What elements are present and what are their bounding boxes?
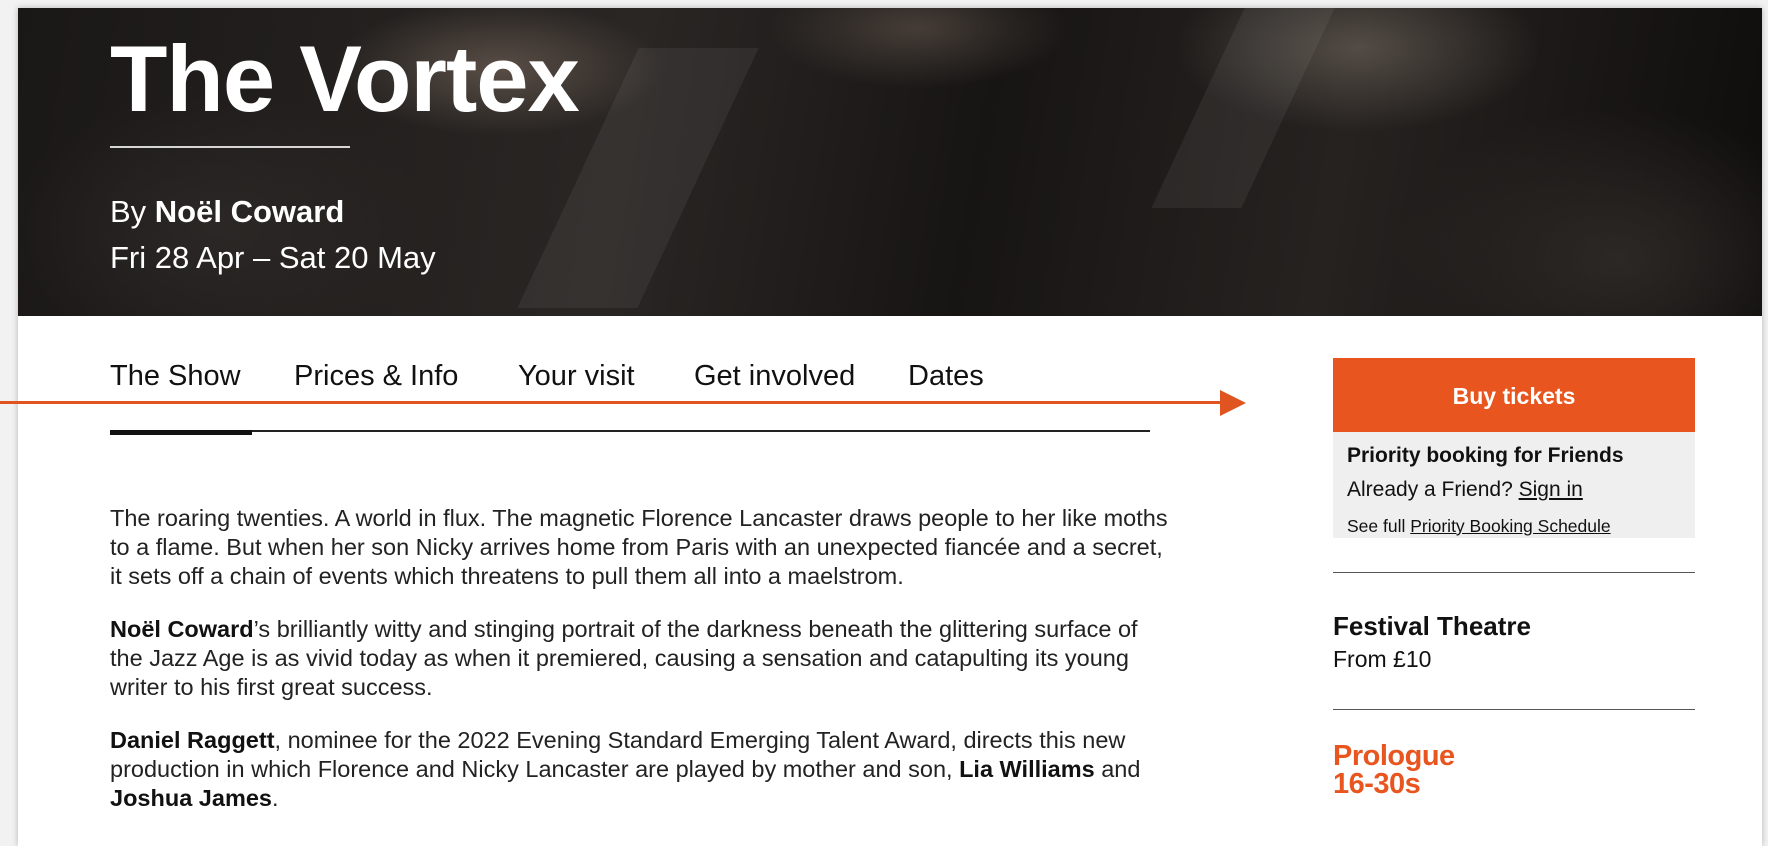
prologue-age: 16-30s	[1333, 768, 1421, 800]
description-text: ’s brilliantly witty and stinging portra…	[110, 616, 1138, 700]
prologue-offer[interactable]: Prologue 16-30s	[1333, 740, 1695, 800]
description-text: .	[271, 785, 279, 811]
venue-price: From £10	[1333, 646, 1432, 672]
sign-in-link[interactable]: Sign in	[1519, 478, 1583, 501]
venue-name: Festival Theatre	[1333, 611, 1531, 641]
title-divider	[110, 146, 350, 148]
priority-booking-panel: Priority booking for Friends Already a F…	[1333, 432, 1695, 538]
show-tabs: The Show Prices & Info Your visit Get in…	[110, 360, 1150, 435]
schedule-line: See full Priority Booking Schedule	[1347, 516, 1681, 537]
show-author: By Noël Coward	[110, 194, 344, 230]
show-dates: Fri 28 Apr – Sat 20 May	[110, 240, 436, 275]
friend-signin-line: Already a Friend? Sign in	[1347, 478, 1681, 502]
priority-booking-title: Priority booking for Friends	[1347, 444, 1624, 467]
bold-name: Joshua James	[110, 785, 272, 811]
tab-the-show[interactable]: The Show	[110, 360, 241, 393]
bold-name: Daniel Raggett	[110, 727, 275, 753]
buy-tickets-button[interactable]: Buy tickets	[1333, 358, 1695, 432]
show-description: The roaring twenties. A world in flux. T…	[110, 504, 1170, 837]
show-title: The Vortex	[110, 26, 580, 131]
description-paragraph: Daniel Raggett, nominee for the 2022 Eve…	[110, 726, 1170, 813]
annotation-arrow-line	[0, 401, 1222, 404]
already-friend-text: Already a Friend?	[1347, 478, 1519, 501]
description-paragraph: The roaring twenties. A world in flux. T…	[110, 505, 1168, 589]
tab-your-visit[interactable]: Your visit	[518, 360, 635, 393]
divider	[1333, 572, 1695, 573]
hero-banner: The Vortex By Noël Coward Fri 28 Apr – S…	[18, 8, 1762, 316]
tab-prices-info[interactable]: Prices & Info	[294, 360, 458, 393]
annotation-arrow-head	[1220, 390, 1246, 416]
page: The Vortex By Noël Coward Fri 28 Apr – S…	[18, 8, 1762, 846]
hero-image-detail	[1151, 8, 1335, 208]
prologue-title: Prologue	[1333, 740, 1455, 772]
bold-name: Lia Williams	[959, 756, 1095, 782]
divider	[1333, 709, 1695, 710]
author-prefix: By	[110, 194, 155, 229]
tab-dates[interactable]: Dates	[908, 360, 984, 393]
priority-schedule-link[interactable]: Priority Booking Schedule	[1410, 516, 1610, 536]
bold-name: Noël Coward	[110, 616, 254, 642]
booking-sidebar: Buy tickets Priority booking for Friends…	[1333, 358, 1695, 800]
description-text: and	[1094, 756, 1141, 782]
description-paragraph: Noël Coward’s brilliantly witty and stin…	[110, 615, 1170, 702]
active-tab-indicator	[110, 430, 252, 435]
author-name: Noël Coward	[154, 194, 345, 229]
see-full-text: See full	[1347, 516, 1411, 536]
tab-get-involved[interactable]: Get involved	[694, 360, 855, 393]
